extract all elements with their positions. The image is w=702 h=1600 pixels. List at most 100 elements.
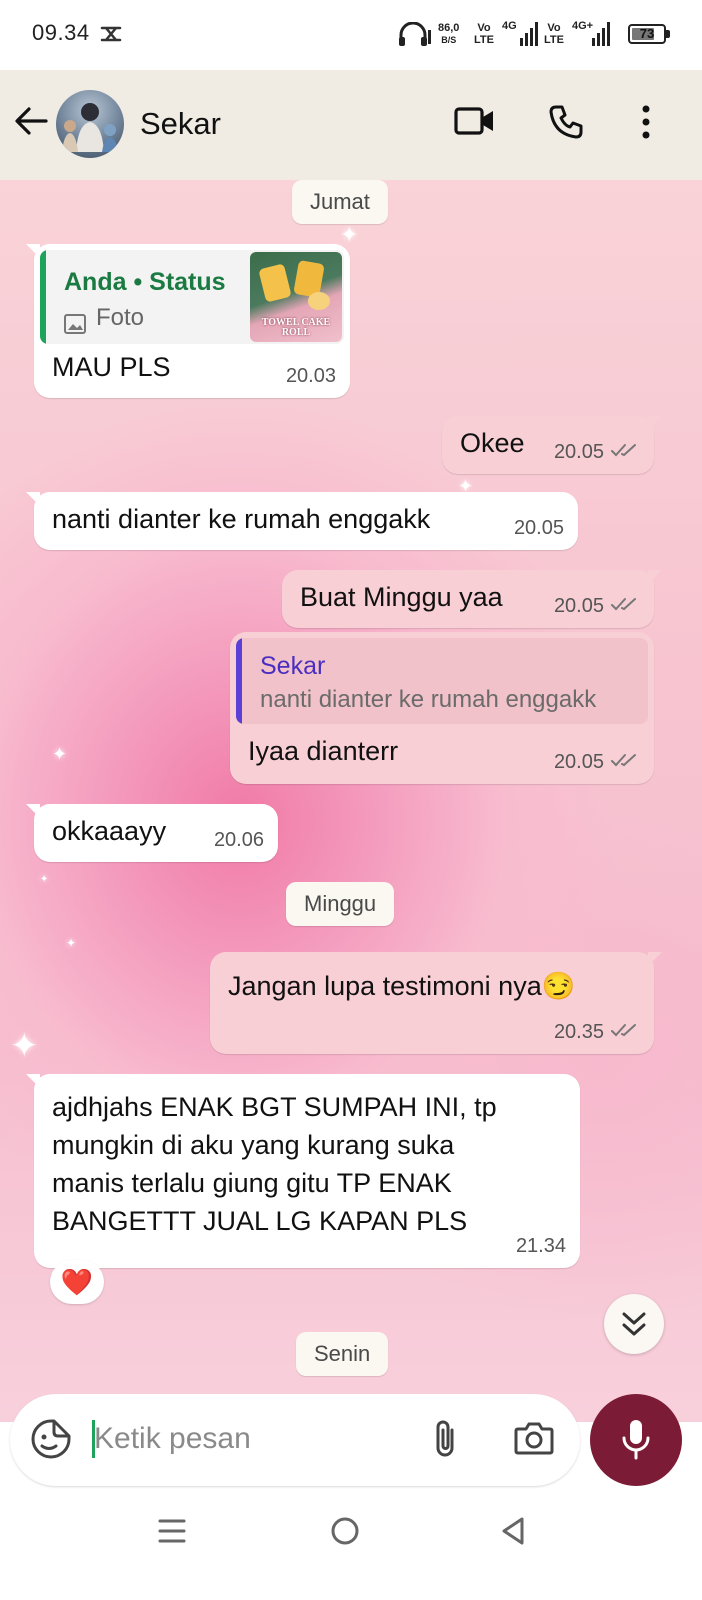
notification-icon — [100, 24, 122, 49]
message-bubble-incoming[interactable]: ajdhjahs ENAK BGT SUMPAH INI, tp mungkin… — [26, 1074, 580, 1268]
heart-icon: ❤️ — [60, 1267, 94, 1297]
message-text: nanti dianter ke rumah enggakk — [52, 504, 431, 534]
sim2-volte-bottom: LTE — [544, 34, 564, 46]
message-text: Jangan lupa testimoni nya😏 — [228, 971, 576, 1001]
message-time: 20.03 — [285, 365, 336, 387]
sim1-signal-icon: 4G — [502, 20, 538, 46]
message-bubble-incoming[interactable]: okkaaayy 20.06 — [26, 804, 278, 862]
message-meta: 20.03 — [286, 365, 336, 388]
message-composer[interactable]: Ketik pesan — [10, 1394, 580, 1486]
message-line: ajdhjahs ENAK BGT SUMPAH INI, tp — [52, 1092, 497, 1122]
attach-icon[interactable] — [430, 1418, 460, 1465]
message-meta: 20.35 — [554, 1021, 640, 1044]
battery-cap — [666, 30, 670, 38]
status-time: 09.34 — [32, 20, 90, 45]
message-text: okkaaayy — [52, 816, 167, 846]
voice-record-button[interactable] — [590, 1394, 682, 1486]
more-vert-icon[interactable] — [640, 104, 652, 145]
sparkle-decoration: ✦ — [10, 1027, 39, 1065]
battery-level: 73 — [639, 26, 655, 41]
home-icon[interactable] — [330, 1516, 360, 1551]
message-line: BANGETTT JUAL LG KAPAN PLS — [52, 1206, 468, 1236]
net-speed: 86,0 B/S — [438, 22, 459, 46]
message-time: 20.35 — [553, 1021, 604, 1043]
message-bubble-outgoing[interactable]: Okee 20.05 — [442, 416, 662, 474]
message-bubble-incoming[interactable]: nanti dianter ke rumah enggakk 20.05 — [26, 492, 578, 550]
sparkle-decoration: ✦ — [40, 874, 49, 885]
video-call-icon[interactable] — [454, 104, 496, 143]
sim1-net-label: 4G — [502, 20, 517, 32]
sim2-signal-icon: 4G+ — [572, 20, 612, 46]
message-time: 20.05 — [513, 517, 564, 539]
camera-icon[interactable] — [514, 1420, 554, 1461]
thumbnail-caption: TOWEL CAKE ROLL — [261, 317, 331, 338]
sim1-volte-bottom: LTE — [474, 34, 494, 46]
mic-icon — [620, 1418, 652, 1467]
message-text: Iyaa dianterr — [248, 736, 399, 766]
chat-area[interactable]: ✦ ✦ ✦ ✦ ✦ ✦ Jumat Anda • Status Foto TOW… — [0, 180, 702, 1422]
sticker-icon[interactable] — [30, 1418, 72, 1465]
net-speed-value: 86,0 — [438, 22, 460, 34]
date-chip: Jumat — [292, 180, 388, 224]
net-speed-unit: B/S — [441, 35, 457, 45]
chat-header: Sekar — [0, 70, 702, 180]
quote-title: Sekar — [260, 652, 326, 680]
message-bubble-incoming[interactable]: Anda • Status Foto TOWEL CAKE ROLL MAU P… — [26, 244, 350, 398]
message-bubble-outgoing[interactable]: Jangan lupa testimoni nya😏 20.35 — [210, 952, 662, 1054]
status-bar: 09.34 86,0 B/S Vo LTE 4G Vo LTE 4G+ 73 — [0, 0, 702, 70]
battery-icon: 73 — [628, 24, 666, 44]
message-meta: 20.05 — [514, 517, 564, 540]
sparkle-decoration: ✦ — [52, 744, 68, 764]
status-quote[interactable]: Anda • Status Foto TOWEL CAKE ROLL — [40, 250, 344, 344]
message-bubble-outgoing[interactable]: Sekar nanti dianter ke rumah enggakk Iya… — [230, 632, 654, 784]
message-meta: 21.34 — [516, 1235, 566, 1258]
double-check-icon — [610, 441, 640, 464]
message-meta: 20.05 — [554, 751, 640, 774]
message-meta: 20.06 — [214, 829, 264, 852]
message-text: MAU PLS — [52, 352, 171, 382]
chevron-double-down-icon — [621, 1310, 647, 1343]
message-input[interactable]: Ketik pesan — [94, 1422, 251, 1456]
system-nav-bar — [0, 1500, 702, 1600]
status-thumbnail: TOWEL CAKE ROLL — [250, 252, 342, 342]
back-arrow-icon[interactable] — [14, 106, 48, 141]
voice-call-icon[interactable] — [548, 104, 584, 145]
quote-title: Anda • Status — [64, 268, 226, 296]
sim2-volte: Vo LTE — [544, 22, 564, 46]
reaction-badge[interactable]: ❤️ — [50, 1260, 104, 1304]
scroll-to-bottom-button[interactable] — [604, 1294, 664, 1354]
message-time: 20.06 — [213, 829, 264, 851]
double-check-icon — [610, 1021, 640, 1044]
sim1-volte-top: Vo — [477, 22, 491, 34]
recent-apps-icon[interactable] — [158, 1518, 186, 1549]
message-time: 21.34 — [515, 1235, 566, 1257]
photo-icon — [64, 310, 86, 341]
reply-quote[interactable]: Sekar nanti dianter ke rumah enggakk — [236, 638, 648, 724]
message-text: Buat Minggu yaa — [300, 582, 503, 612]
avatar[interactable] — [56, 90, 124, 158]
message-bubble-outgoing[interactable]: Buat Minggu yaa 20.05 — [282, 570, 662, 628]
quote-subtitle: Foto — [96, 304, 145, 331]
message-time: 20.05 — [553, 441, 604, 463]
sparkle-decoration: ✦ — [66, 936, 77, 950]
message-time: 20.05 — [553, 751, 604, 773]
message-text: ajdhjahs ENAK BGT SUMPAH INI, tp mungkin… — [52, 1088, 497, 1240]
message-line: mungkin di aku yang kurang suka — [52, 1130, 455, 1160]
quote-subtitle: nanti dianter ke rumah enggakk — [260, 686, 597, 713]
sim2-volte-top: Vo — [547, 22, 561, 34]
sparkle-decoration: ✦ — [340, 222, 359, 247]
double-check-icon — [610, 751, 640, 774]
back-nav-icon[interactable] — [500, 1516, 526, 1551]
message-line: manis terlalu giung gitu TP ENAK — [52, 1168, 452, 1198]
double-check-icon — [610, 595, 640, 618]
sim1-volte: Vo LTE — [474, 22, 494, 46]
contact-name[interactable]: Sekar — [140, 106, 221, 142]
message-time: 20.05 — [553, 595, 604, 617]
message-meta: 20.05 — [554, 595, 640, 618]
headphone-icon — [398, 21, 432, 53]
message-meta: 20.05 — [554, 441, 640, 464]
message-text: Okee — [460, 428, 525, 458]
sim2-net-label: 4G+ — [572, 20, 594, 32]
date-chip: Senin — [296, 1332, 389, 1376]
date-chip: Minggu — [286, 882, 395, 926]
